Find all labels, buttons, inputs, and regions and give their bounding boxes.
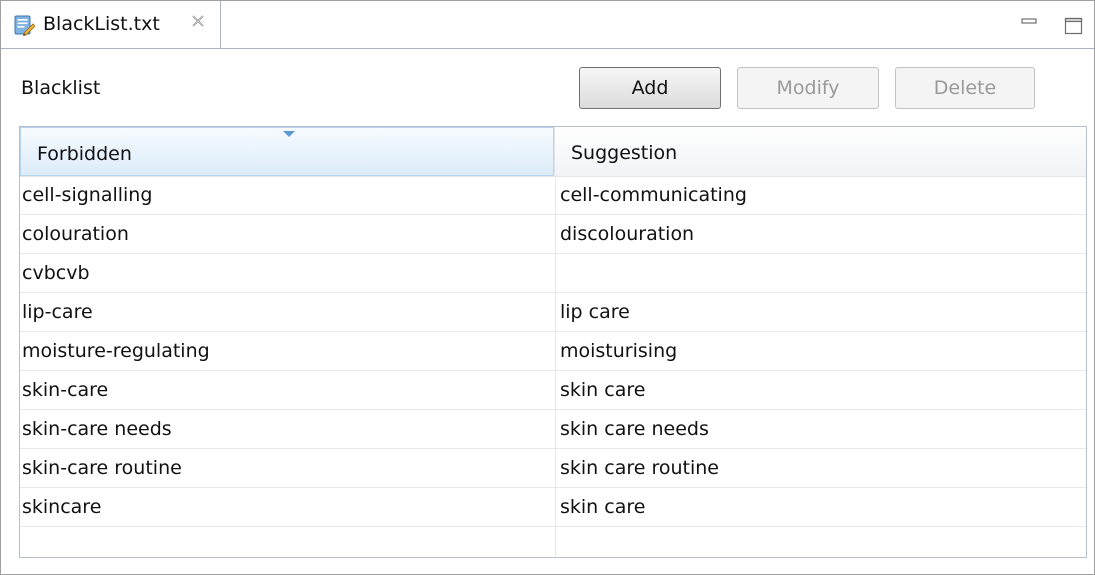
forbidden-cell: cell-signalling	[22, 184, 153, 206]
table-row[interactable]: colouration discolouration	[20, 215, 1086, 254]
table-row[interactable]	[20, 527, 1086, 557]
table-body: cell-signalling cell-communicating colou…	[20, 176, 1086, 557]
forbidden-cell: moisture-regulating	[22, 340, 210, 362]
minimize-icon[interactable]	[1019, 15, 1041, 37]
table-header: Forbidden Suggestion	[20, 127, 1086, 177]
editor-tab-bar: BlackList.txt	[1, 1, 1094, 49]
table-row[interactable]: cell-signalling cell-communicating	[20, 176, 1086, 215]
forbidden-cell: lip-care	[22, 301, 93, 323]
forbidden-cell: skin-care	[22, 379, 109, 401]
delete-button[interactable]: Delete	[895, 67, 1035, 109]
suggestion-cell: moisturising	[560, 340, 678, 362]
close-icon[interactable]	[191, 13, 205, 33]
tab-title: BlackList.txt	[43, 13, 160, 35]
column-header-label: Forbidden	[37, 143, 132, 165]
table-row[interactable]: skincare skin care	[20, 488, 1086, 527]
forbidden-cell: skincare	[22, 496, 102, 518]
column-header-forbidden[interactable]: Forbidden	[20, 127, 554, 176]
suggestion-cell: lip care	[560, 301, 630, 323]
table-row[interactable]: skin-care needs skin care needs	[20, 410, 1086, 449]
forbidden-cell: cvbcvb	[22, 262, 90, 284]
table-row[interactable]: moisture-regulating moisturising	[20, 332, 1086, 371]
table-row[interactable]: cvbcvb	[20, 254, 1086, 293]
suggestion-cell: skin care	[560, 496, 646, 518]
table-row[interactable]: skin-care skin care	[20, 371, 1086, 410]
forbidden-cell: skin-care needs	[22, 418, 172, 440]
edit-document-icon	[14, 14, 36, 37]
suggestion-cell: discolouration	[560, 223, 695, 245]
column-header-suggestion[interactable]: Suggestion	[554, 127, 1086, 176]
suggestion-cell: skin care routine	[560, 457, 719, 479]
blacklist-table[interactable]: Forbidden Suggestion cell-signalling cel…	[19, 126, 1087, 558]
suggestion-cell: skin care needs	[560, 418, 709, 440]
suggestion-cell: cell-communicating	[560, 184, 747, 206]
suggestion-cell: skin care	[560, 379, 646, 401]
maximize-icon[interactable]	[1063, 15, 1085, 37]
column-header-label: Suggestion	[571, 142, 678, 164]
forbidden-cell: colouration	[22, 223, 129, 245]
tab-blacklist-file[interactable]: BlackList.txt	[1, 1, 221, 48]
table-row[interactable]: skin-care routine skin care routine	[20, 449, 1086, 488]
sort-indicator-icon	[283, 131, 295, 137]
editor-window: BlackList.txt Blacklist Add Modify Delet…	[0, 0, 1095, 575]
table-row[interactable]: lip-care lip care	[20, 293, 1086, 332]
section-title: Blacklist	[21, 77, 101, 99]
add-button[interactable]: Add	[579, 67, 721, 109]
forbidden-cell: skin-care routine	[22, 457, 182, 479]
modify-button[interactable]: Modify	[737, 67, 879, 109]
